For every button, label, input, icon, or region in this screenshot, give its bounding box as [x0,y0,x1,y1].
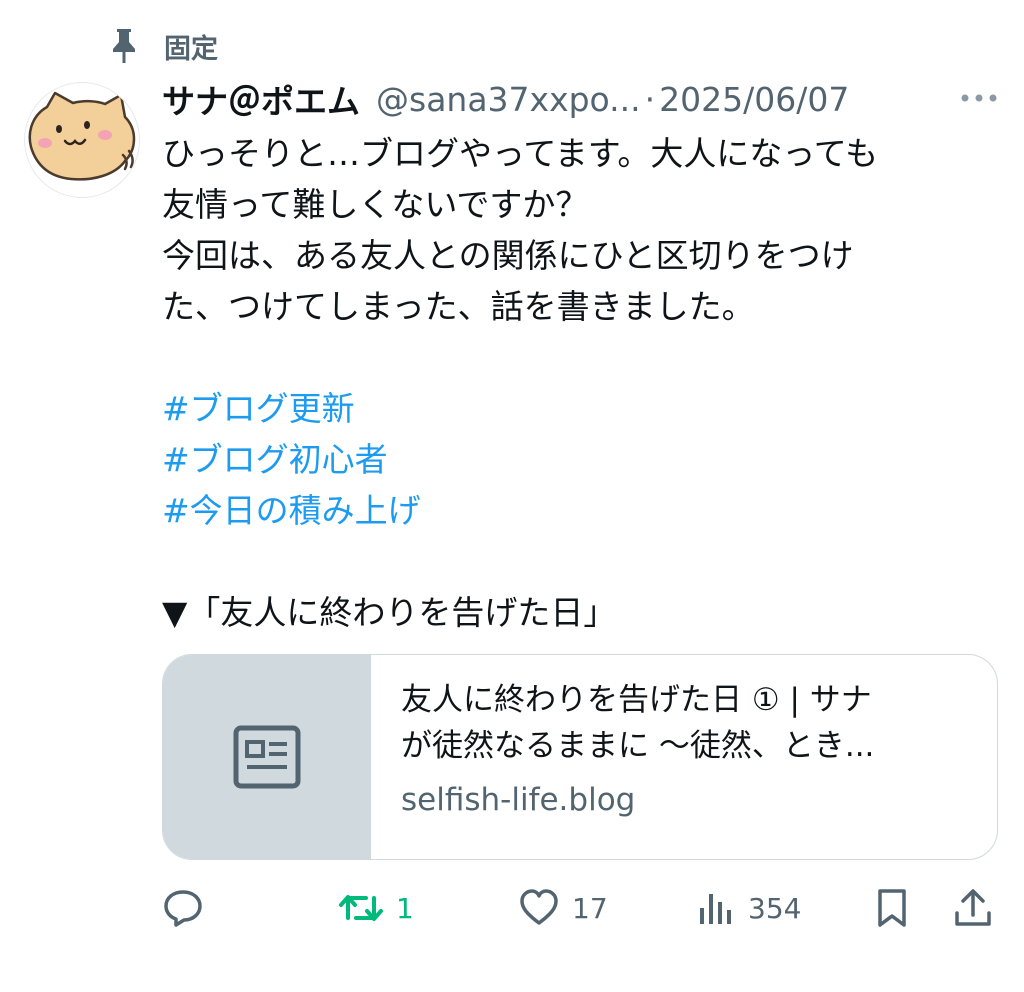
link-preview-card[interactable]: 友人に終わりを告げた日 ① | サナ が徒然なるままに 〜徒然、とき... se… [162,654,998,860]
card-title-line: 友人に終わりを告げた日 ① | サナ [401,682,872,718]
hashtag-link[interactable]: #ブログ初心者 [162,434,388,485]
tweet-text-line: 今回は、ある友人との関係にひと区切りをつけ [162,236,854,275]
pin-icon [110,27,138,65]
tweet-header: サナ＠ポエム @sana37xxpo... · 2025/06/07 [162,76,1002,122]
action-bar: 1 17 354 [162,884,1002,932]
more-icon [961,94,997,102]
tweet-text-line: た、つけてしまった、話を書きました。 [162,287,755,326]
hashtag-link[interactable]: #今日の積み上げ [162,485,421,536]
separator-dot: · [644,79,656,119]
tweet-text-line: 友情って難しくないですか？ [162,185,589,224]
card-thumbnail [163,655,371,859]
retweet-icon [339,895,383,921]
quote-line: ▼「友人に終わりを告げた日」 [162,593,617,632]
views-count: 354 [748,891,802,925]
pinned-label: 固定 [164,33,218,65]
display-name[interactable]: サナ＠ポエム [162,75,360,123]
cat-avatar [28,91,136,181]
more-options-button[interactable] [956,78,1002,118]
user-handle[interactable]: @sana37xxpo... [376,80,641,119]
like-button[interactable]: 17 [518,884,608,932]
share-button[interactable] [952,884,994,932]
heart-icon [520,889,558,925]
article-icon [233,725,301,789]
card-domain: selfish-life.blog [401,782,636,818]
tweet-text: ひっそりと…ブログやってます。大人になっても 友情って難しくないですか？ 今回は… [162,128,982,638]
reply-icon [164,890,202,927]
avatar[interactable] [24,82,140,198]
views-button[interactable]: 354 [696,884,801,932]
views-icon [700,894,731,924]
retweet-count: 1 [396,891,414,925]
reply-button[interactable] [162,884,204,932]
share-icon [955,889,991,926]
bookmark-button[interactable] [872,884,912,932]
card-title-line: が徒然なるままに 〜徒然、とき... [401,728,875,764]
retweet-button[interactable]: 1 [338,884,414,932]
pinned-indicator: 固定 [110,24,218,68]
bookmark-icon [878,889,906,927]
tweet-date[interactable]: 2025/06/07 [659,80,849,119]
like-count: 17 [572,891,608,925]
hashtag-link[interactable]: #ブログ更新 [162,383,355,434]
tweet-text-line: ひっそりと…ブログやってます。大人になっても [162,134,879,173]
